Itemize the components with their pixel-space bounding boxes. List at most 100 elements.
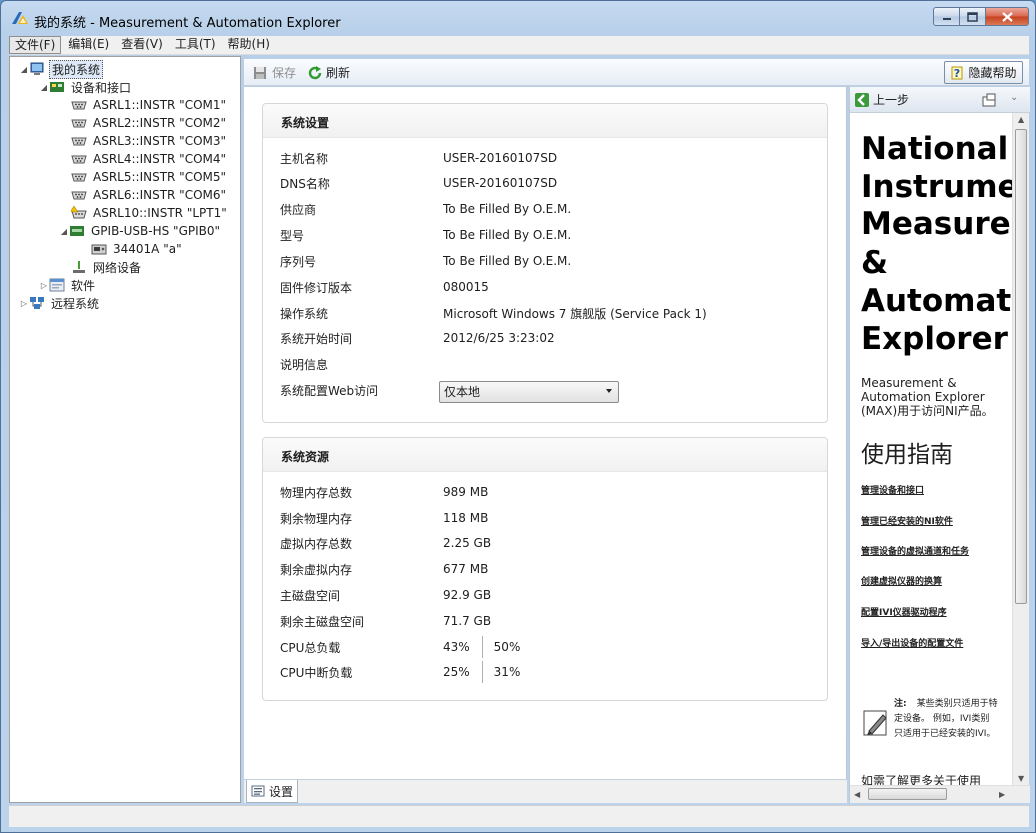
tree-item-asrl4[interactable]: ASRL4::INSTR "COM4" — [71, 150, 228, 168]
help-vertical-scrollbar[interactable]: ▲ ▼ — [1012, 113, 1029, 785]
settings-row: 系统配置Web访问 — [280, 381, 443, 399]
title-bar[interactable]: 我的系统 - Measurement & Automation Explorer — [1, 1, 1035, 35]
expand-icon[interactable]: ▷ — [19, 299, 29, 308]
menu-view[interactable]: 查看(V) — [116, 36, 168, 54]
resource-row: 剩余主磁盘空间 71.7 GB — [280, 612, 491, 630]
row-key: 剩余主磁盘空间 — [280, 614, 365, 629]
row-value: To Be Filled By O.E.M. — [443, 202, 572, 216]
help-content: National Instrume Measure & Automat Expl… — [850, 113, 1012, 785]
tree-item-asrl3[interactable]: ASRL3::INSTR "COM3" — [71, 132, 228, 150]
collapse-icon[interactable]: ◢ — [59, 227, 69, 236]
refresh-button[interactable]: 刷新 — [307, 63, 350, 82]
refresh-label: 刷新 — [326, 66, 351, 80]
help-link[interactable]: 导入/导出设备的配置文件 — [861, 636, 963, 649]
help-heading-line: National — [861, 131, 1009, 167]
menu-edit[interactable]: 编辑(E) — [63, 36, 114, 54]
tree-label: 网络设备 — [93, 260, 142, 275]
tree-item-asrl10[interactable]: ASRL10::INSTR "LPT1" — [71, 204, 229, 222]
tree-item-asrl2[interactable]: ASRL2::INSTR "COM2" — [71, 114, 228, 132]
help-link[interactable]: 配置IVI仪器驱动程序 — [861, 605, 947, 618]
scroll-thumb[interactable] — [1015, 129, 1027, 604]
minimize-icon — [942, 17, 951, 20]
help-link[interactable]: 管理已经安装的NI软件 — [861, 514, 953, 527]
row-key: 系统配置Web访问 — [280, 383, 379, 398]
scroll-up-icon[interactable]: ▲ — [1018, 115, 1024, 124]
tab-settings[interactable]: 设置 — [246, 780, 298, 803]
tree-item-remote[interactable]: ▷ 远程系统 — [19, 294, 101, 312]
scroll-left-icon[interactable]: ◀ — [854, 790, 860, 799]
menu-help[interactable]: 帮助(H) — [223, 36, 275, 54]
tree-label: 软件 — [71, 278, 96, 293]
row-key: 说明信息 — [280, 357, 329, 372]
chevron-down-icon[interactable]: ⌄ — [1010, 92, 1018, 103]
settings-row: 固件修订版本 080015 — [280, 278, 489, 296]
cpu-load-row: CPU总负载 43% 50% — [280, 636, 520, 658]
help-note-text: 某些类别只适用于特定设备。 例如，IVI类别只适用于已经安装的IVI。 — [894, 699, 998, 739]
help-layout-icon[interactable] — [982, 93, 996, 107]
cpu-interrupt-value-2: 31% — [493, 665, 521, 679]
chevron-down-icon — [606, 389, 612, 393]
help-link[interactable]: 管理设备和接口 — [861, 483, 924, 496]
tree-item-instrument[interactable]: 34401A "a" — [91, 240, 184, 258]
expand-icon[interactable]: ▷ — [39, 281, 49, 290]
resource-row: 主磁盘空间 92.9 GB — [280, 586, 491, 604]
tree-item-network[interactable]: 网络设备 — [71, 258, 143, 276]
devices-icon — [50, 82, 64, 92]
tree-item-asrl1[interactable]: ASRL1::INSTR "COM1" — [71, 96, 228, 114]
menu-tools[interactable]: 工具(T) — [170, 36, 221, 54]
note-pencil-icon — [863, 710, 887, 736]
help-toolbar: 上一步 ⌄ — [850, 87, 1030, 113]
help-note-label: 注: — [894, 699, 907, 709]
row-key: 供应商 — [280, 202, 317, 217]
menu-file[interactable]: 文件(F) — [9, 36, 62, 54]
row-value: 2.25 GB — [443, 536, 492, 550]
collapse-icon[interactable]: ◢ — [19, 65, 29, 74]
window-title: 我的系统 - Measurement & Automation Explorer — [34, 16, 341, 31]
help-link[interactable]: 创建虚拟仪器的换算 — [861, 574, 942, 587]
tree-label: ASRL6::INSTR "COM6" — [93, 188, 227, 202]
collapse-icon[interactable]: ◢ — [39, 83, 49, 92]
help-back-button[interactable]: 上一步 — [854, 91, 909, 108]
row-value: To Be Filled By O.E.M. — [443, 228, 572, 242]
minimize-button[interactable] — [933, 7, 960, 26]
system-resources-panel: 系统资源 物理内存总数 989 MB 剩余物理内存 118 MB 虚拟内存总数 2.2… — [262, 437, 828, 701]
help-heading-line: Explorer — [861, 321, 1008, 357]
help-pane: 上一步 ⌄ National Instrume Measure & Automa… — [849, 87, 1030, 803]
row-value: 989 MB — [443, 485, 489, 499]
help-guide-heading: 使用指南 — [861, 442, 953, 468]
scroll-right-icon[interactable]: ▶ — [999, 790, 1005, 799]
tree-item-my-system[interactable]: ◢ 我的系统 — [19, 59, 104, 79]
settings-row: DNS名称 USER-20160107SD — [280, 174, 557, 192]
row-key: DNS名称 — [280, 176, 330, 191]
hide-help-button[interactable]: ? 隐藏帮助 — [944, 61, 1023, 84]
maximize-button[interactable] — [960, 7, 986, 26]
tree-item-asrl6[interactable]: ASRL6::INSTR "COM6" — [71, 186, 228, 204]
close-icon — [1001, 11, 1013, 22]
tree-label: 我的系统 — [49, 59, 104, 79]
row-value: Microsoft Windows 7 旗舰版 (Service Pack 1) — [443, 306, 707, 321]
help-horizontal-scrollbar[interactable]: ◀ ▶ — [850, 785, 1030, 803]
tree-item-devices[interactable]: ◢ 设备和接口 — [39, 78, 133, 96]
resource-row: 剩余物理内存 118 MB — [280, 509, 488, 527]
row-key: 序列号 — [280, 254, 317, 269]
row-value: 71.7 GB — [443, 614, 492, 628]
configuration-tree[interactable]: ◢ 我的系统 ◢ 设备和接口 ASRL1::INSTR "COM1" ASRL2… — [9, 56, 241, 803]
scroll-thumb[interactable] — [868, 788, 947, 800]
tree-item-gpib[interactable]: ◢ GPIB-USB-HS "GPIB0" — [59, 222, 222, 240]
tab-label: 设置 — [268, 784, 293, 799]
save-button[interactable]: 保存 — [253, 63, 296, 82]
help-heading-line: Measure — [861, 206, 1011, 242]
gpib-interface-icon — [70, 226, 84, 236]
row-value: 118 MB — [443, 511, 489, 525]
help-link[interactable]: 管理设备的虚拟通道和任务 — [861, 544, 969, 557]
tree-item-software[interactable]: ▷ 软件 — [39, 276, 97, 294]
close-button[interactable] — [986, 7, 1029, 26]
scroll-down-icon[interactable]: ▼ — [1018, 774, 1024, 783]
settings-tab-icon — [251, 785, 265, 797]
tree-item-asrl5[interactable]: ASRL5::INSTR "COM5" — [71, 168, 228, 186]
row-key: 主机名称 — [280, 151, 329, 166]
web-access-select[interactable]: 仅本地 — [439, 381, 619, 403]
cpu-interrupt-row: CPU中断负载 25% 31% — [280, 661, 521, 683]
status-bar — [9, 805, 1029, 827]
tree-label: GPIB-USB-HS "GPIB0" — [91, 224, 221, 238]
